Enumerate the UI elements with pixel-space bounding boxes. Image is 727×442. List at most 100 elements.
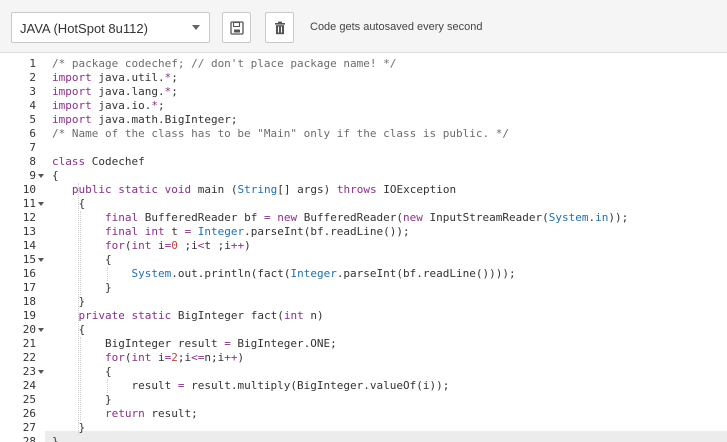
code-line[interactable]: /* package codechef; // don't place pack… (52, 57, 396, 71)
code-line[interactable]: return result; (52, 407, 198, 421)
code-token: class (52, 155, 86, 168)
fold-toggle-icon[interactable] (38, 258, 44, 262)
floppy-disk-icon (230, 21, 244, 35)
code-line[interactable]: } (52, 281, 112, 295)
code-token: 0 (171, 239, 178, 252)
code-line[interactable]: public static void main (String[] args) … (52, 183, 456, 197)
code-line[interactable]: } (52, 435, 59, 442)
language-select[interactable]: JAVA (HotSpot 8u112) (11, 12, 210, 43)
code-token: Integer (197, 225, 245, 238)
fold-toggle-icon[interactable] (38, 202, 44, 206)
line-number: 12 (22, 211, 36, 224)
code-token: final (104, 211, 139, 224)
line-number-row: 13 (0, 225, 45, 239)
autosave-status: Code gets autosaved every second (310, 21, 483, 33)
code-line[interactable]: class Codechef (52, 155, 145, 169)
line-number-row: 19 (0, 309, 45, 323)
code-line[interactable]: private static BigInteger fact(int n) (52, 309, 324, 323)
code-line[interactable]: } (52, 421, 85, 435)
code-token: return (104, 407, 145, 420)
code-line[interactable]: for(int i=0 ;i<t ;i++) (52, 239, 251, 253)
line-number: 13 (22, 225, 36, 238)
code-line[interactable]: BigInteger result = BigInteger.ONE; (52, 337, 337, 351)
line-number: 4 (29, 99, 36, 112)
code-token: ; (171, 71, 178, 84)
code-token: t ;i (204, 239, 231, 252)
code-token: IOException (376, 183, 457, 196)
code-token: int (131, 239, 152, 252)
code-token: [] args) (277, 183, 337, 196)
code-line[interactable]: /* Name of the class has to be "Main" on… (52, 127, 509, 141)
code-line[interactable]: System.out.println(fact(Integer.parseInt… (52, 267, 516, 281)
code-token: .parseInt(bf.readLine()))); (336, 267, 516, 280)
line-number: 9 (29, 169, 36, 182)
line-number-row: 2 (0, 71, 45, 85)
indent-guide (80, 337, 82, 421)
code-line[interactable]: import java.util.*; (52, 71, 178, 85)
code-token: ) (244, 239, 251, 252)
code-line[interactable]: { (52, 169, 59, 183)
code-token: in (595, 211, 609, 224)
code-token: /* package codechef; // don't place pack… (52, 57, 397, 70)
trash-icon (275, 21, 285, 35)
line-number-row: 15 (0, 253, 45, 267)
code-token: )); (608, 211, 629, 224)
delete-button[interactable] (265, 12, 294, 43)
code-token: void (164, 183, 192, 196)
code-line[interactable]: { (52, 365, 112, 379)
code-line[interactable]: { (52, 197, 85, 211)
code-token: result; (144, 407, 198, 420)
line-number-row: 1 (0, 57, 45, 71)
code-line[interactable]: import java.math.BigInteger; (52, 113, 237, 127)
code-line[interactable]: { (52, 253, 112, 267)
line-number: 7 (29, 141, 36, 154)
code-token: } (52, 393, 112, 406)
code-editor[interactable]: 1 2 3 4 5 6 7 8 9 10 11 12 13 14 15 16 17 18 19 20 21 22 23 24 2… (0, 54, 727, 442)
code-line[interactable]: } (52, 393, 112, 407)
line-number-row: 7 (0, 141, 45, 155)
line-number-row: 24 (0, 379, 45, 393)
line-number: 25 (22, 393, 36, 406)
line-number-row: 23 (0, 365, 45, 379)
editor-toolbar: JAVA (HotSpot 8u112) Code gets autosaved… (0, 0, 727, 53)
code-token: i (151, 239, 165, 252)
indent-guide (80, 211, 82, 295)
indent-guide (78, 183, 79, 435)
line-number: 10 (22, 183, 36, 196)
code-token: Integer (290, 267, 337, 280)
fold-toggle-icon[interactable] (38, 328, 44, 332)
line-number-row: 12 (0, 211, 45, 225)
code-line[interactable]: result = result.multiply(BigInteger.valu… (52, 379, 449, 393)
fold-toggle-icon[interactable] (38, 174, 44, 178)
line-number: 1 (29, 57, 36, 70)
code-line[interactable]: import java.io.*; (52, 99, 165, 113)
code-token: .parseInt(bf.readLine()); (244, 225, 410, 238)
code-line[interactable]: import java.lang.*; (52, 85, 178, 99)
code-token: t (164, 225, 185, 238)
line-number-row: 18 (0, 295, 45, 309)
line-number-row: 5 (0, 113, 45, 127)
code-token: import (52, 113, 92, 126)
code-token: new (403, 211, 423, 224)
code-token: <= (191, 351, 205, 364)
code-token: import (52, 71, 92, 84)
code-line[interactable]: final int t = Integer.parseInt(bf.readLi… (52, 225, 410, 239)
save-button[interactable] (222, 12, 251, 43)
line-number-row: 27 (0, 421, 45, 435)
fold-toggle-icon[interactable] (38, 370, 44, 374)
code-token: java.util. (91, 71, 165, 84)
code-token: ; (171, 85, 178, 98)
code-token: = (224, 337, 231, 350)
line-number-gutter: 1 2 3 4 5 6 7 8 9 10 11 12 13 14 15 16 17 18 19 20 21 22 23 24 2… (0, 54, 45, 442)
code-line[interactable]: final BufferedReader bf = new BufferedRe… (52, 211, 628, 225)
code-line[interactable]: { (52, 323, 85, 337)
code-token: n) (303, 309, 324, 322)
code-token: int (283, 309, 304, 322)
code-token: java.io. (91, 99, 152, 112)
code-line[interactable]: } (52, 295, 85, 309)
code-token: String (237, 183, 278, 196)
code-token: System (548, 211, 589, 224)
code-token: new (277, 211, 298, 224)
